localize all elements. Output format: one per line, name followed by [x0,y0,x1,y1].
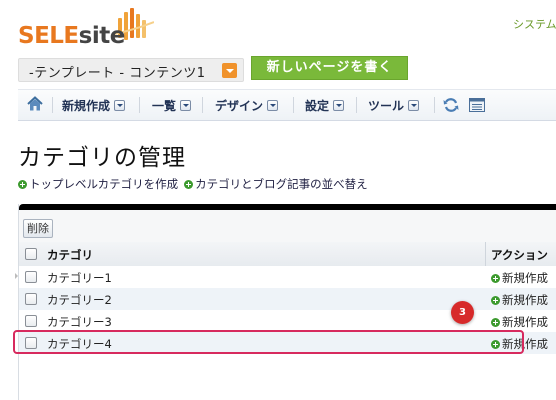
nav-separator [293,97,294,113]
site-selector-value: -テンプレート - コンテンツ1 [29,66,206,81]
plus-circle-icon [491,317,500,327]
category-name[interactable]: カテゴリー3 [47,314,112,330]
plus-circle-icon [184,179,194,189]
dropdown-caret-icon[interactable] [180,99,192,111]
main-nav: 新規作成 一覧 デザイン 設定 ツール [18,89,556,121]
dropdown-caret-icon[interactable] [333,99,345,111]
refresh-icon[interactable] [442,96,460,114]
dropdown-caret-icon[interactable] [267,99,279,111]
plus-circle-icon [491,295,500,305]
new-entry-action[interactable]: 新規作成 [491,292,548,308]
category-table-panel: 削除 カテゴリ アクション カテゴリー1 新規作成 カテゴリー2 新規作成 カテ… [15,204,556,400]
nav-item-label: デザイン [215,98,264,113]
plus-circle-icon [491,273,500,283]
logo-text-secondary: site [78,23,126,49]
delete-button[interactable]: 削除 [23,219,53,238]
dropdown-caret-icon[interactable] [114,99,126,111]
nav-separator [356,97,357,113]
nav-separator [434,97,435,113]
dropdown-caret-icon[interactable] [222,63,237,78]
home-icon[interactable] [26,95,44,113]
new-entry-action[interactable]: 新規作成 [491,270,548,286]
drag-handle-icon[interactable] [15,273,18,279]
nav-separator [52,97,53,113]
nav-item-label: 新規作成 [62,98,111,113]
nav-item-label: 一覧 [152,98,177,113]
selesite-logo[interactable]: SELEsite [18,4,158,54]
new-entry-action[interactable]: 新規作成 [491,314,548,330]
logo-text: SELEsite [18,22,125,50]
create-top-category-link[interactable]: トップレベルカテゴリを作成 [18,176,178,192]
system-link[interactable]: システム [513,16,556,32]
row-checkbox[interactable] [25,271,37,283]
nav-item-list[interactable]: 一覧 [152,90,192,120]
site-selector[interactable]: -テンプレート - コンテンツ1 [18,58,244,82]
column-header-action: アクション [491,248,548,262]
category-name[interactable]: カテゴリー2 [47,292,112,308]
row-checkbox[interactable] [25,293,37,305]
action-label: 新規作成 [502,315,548,329]
step-badge: 3 [451,301,474,324]
row-highlight-frame [13,330,524,354]
page-title: カテゴリの管理 [18,145,186,171]
nav-item-label: 設定 [305,98,330,113]
table-toolbar: 削除 [19,210,556,243]
nav-item-new[interactable]: 新規作成 [62,90,126,120]
nav-separator [139,97,140,113]
action-label: 新規作成 [502,293,548,307]
link-label: トップレベルカテゴリを作成 [29,177,179,191]
select-all-checkbox[interactable] [25,248,37,260]
nav-item-tools[interactable]: ツール [368,90,420,120]
column-header-category[interactable]: カテゴリ [47,247,93,263]
column-divider [485,242,486,266]
nav-item-settings[interactable]: 設定 [305,90,345,120]
dropdown-caret-icon[interactable] [408,99,420,111]
row-checkbox[interactable] [25,315,37,327]
logo-text-primary: SELE [18,23,79,49]
new-page-button[interactable]: 新しいページを書く [251,56,408,80]
page-action-links: トップレベルカテゴリを作成 カテゴリとブログ記事の並べ替え [18,176,374,192]
plus-circle-icon [18,179,27,189]
action-label: 新規作成 [502,271,548,285]
list-view-icon[interactable] [469,97,485,112]
nav-item-design[interactable]: デザイン [215,90,279,120]
reorder-categories-link[interactable]: カテゴリとブログ記事の並べ替え [184,176,368,192]
category-name[interactable]: カテゴリー1 [47,270,112,286]
table-header: カテゴリ アクション [19,242,556,267]
table-row[interactable]: カテゴリー2 新規作成 [19,288,556,311]
nav-item-label: ツール [368,98,405,113]
nav-separator [202,97,203,113]
link-label: カテゴリとブログ記事の並べ替え [195,177,368,191]
table-row[interactable]: カテゴリー1 新規作成 [15,266,556,289]
